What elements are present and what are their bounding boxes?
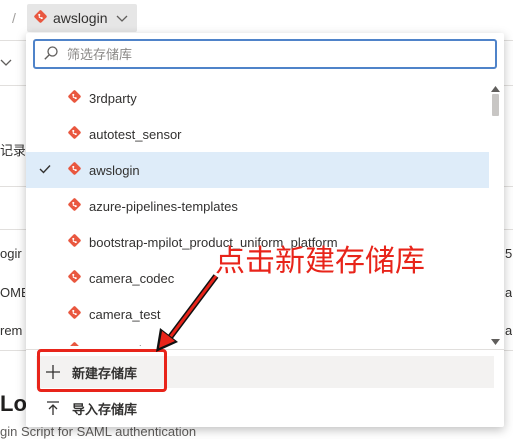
git-repo-icon (68, 126, 81, 142)
repo-list: 3rdparty autotest_sensor awslogin azure-pip… (26, 80, 489, 346)
repo-list-item[interactable]: autotest_sensor (26, 116, 489, 152)
repo-list-item[interactable]: awslogin (26, 152, 489, 188)
git-repo-icon (68, 234, 81, 250)
file-row-fragment[interactable]: rem (0, 323, 25, 338)
chevron-down-icon (116, 11, 128, 26)
file-row-fragment[interactable]: OME. (0, 285, 25, 300)
repo-picker-button[interactable]: awslogin (27, 4, 137, 32)
git-repo-icon (68, 270, 81, 286)
file-row-meta-fragment: 5 (505, 246, 513, 261)
annotation-highlight-box (37, 349, 167, 392)
repo-name: awslogin (89, 162, 140, 178)
import-repo-label: 导入存储库 (72, 401, 138, 417)
git-repo-icon (68, 90, 81, 106)
repo-list-item[interactable]: camera_test (26, 296, 489, 332)
scrollbar-thumb[interactable] (492, 94, 499, 116)
file-row-fragment[interactable]: ogir (0, 246, 25, 261)
git-repo-icon (34, 10, 47, 26)
repo-name: 3rdparty (89, 90, 137, 106)
repo-list-item[interactable]: azure-pipelines-templates (26, 188, 489, 224)
git-repo-icon (68, 306, 81, 322)
repo-list-item[interactable]: conan_abseil (26, 332, 489, 346)
collapse-chevron-icon[interactable] (0, 56, 12, 71)
import-icon (46, 401, 60, 415)
repo-filter-box[interactable] (33, 39, 497, 69)
search-icon (43, 45, 59, 64)
scroll-up-icon[interactable] (491, 80, 500, 95)
git-repo-icon (68, 162, 81, 178)
repo-list-scrollbar[interactable] (489, 80, 501, 346)
repo-list-item[interactable]: 3rdparty (26, 80, 489, 116)
checkmark-icon (39, 162, 51, 177)
scroll-down-icon[interactable] (491, 333, 500, 348)
history-tab-fragment[interactable]: 记录 (0, 140, 25, 159)
import-repo-button[interactable]: 导入存储库 (36, 392, 494, 424)
repo-name: autotest_sensor (89, 126, 182, 142)
breadcrumb-separator: / (12, 10, 16, 26)
annotation-arrow-icon (156, 274, 219, 352)
repo-name: azure-pipelines-templates (89, 198, 238, 214)
git-repo-icon (68, 342, 81, 346)
file-row-meta-fragment: a (505, 323, 513, 338)
annotation-text: 点击新建存储库 (215, 244, 425, 279)
file-row-meta-fragment: a (505, 285, 513, 300)
repo-filter-input[interactable] (67, 46, 467, 62)
repo-picker-label: awslogin (53, 10, 108, 26)
git-repo-icon (68, 198, 81, 214)
